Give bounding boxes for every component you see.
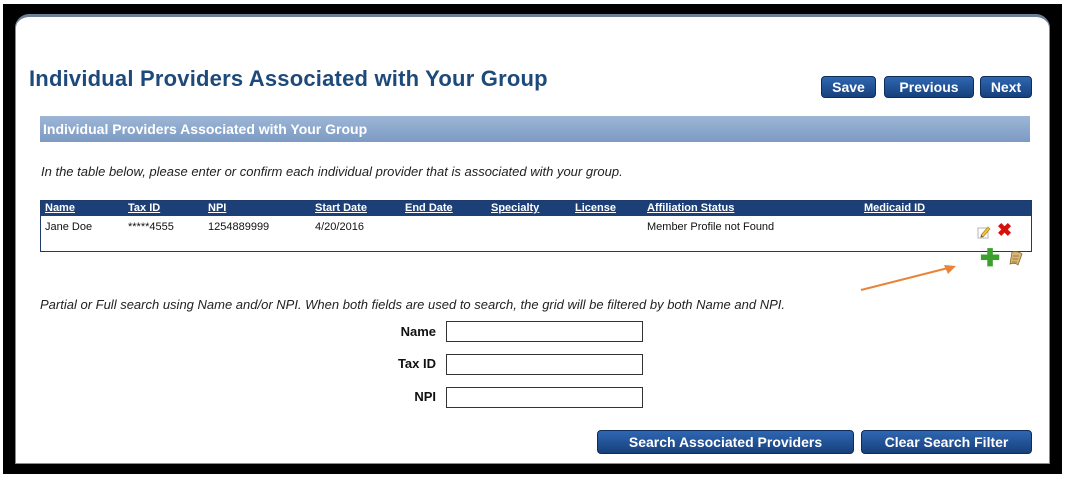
section-header: Individual Providers Associated with You… — [40, 116, 1030, 142]
tax-id-label: Tax ID — [397, 356, 436, 371]
cell-tax-id: *****4555 — [128, 221, 174, 233]
search-hint: Partial or Full search using Name and/or… — [40, 297, 785, 312]
name-input[interactable] — [446, 321, 643, 342]
npi-input[interactable] — [446, 387, 643, 408]
previous-button[interactable]: Previous — [884, 76, 974, 98]
cell-name: Jane Doe — [45, 221, 93, 233]
instruction-text: In the table below, please enter or conf… — [41, 164, 623, 179]
clear-search-filter-button[interactable]: Clear Search Filter — [861, 430, 1032, 454]
column-header-license[interactable]: License — [575, 202, 616, 214]
page-title: Individual Providers Associated with You… — [29, 66, 548, 91]
npi-label: NPI — [414, 389, 436, 404]
save-button[interactable]: Save — [821, 76, 876, 98]
edit-icon[interactable] — [977, 225, 991, 239]
tax-id-input[interactable] — [446, 354, 643, 375]
column-header-name[interactable]: Name — [45, 202, 75, 214]
delete-icon[interactable]: ✖ — [997, 221, 1012, 239]
arrow-annotation — [860, 265, 956, 291]
cell-affiliation-status: Member Profile not Found — [647, 221, 775, 233]
next-button[interactable]: Next — [980, 76, 1032, 98]
scroll-icon[interactable] — [1007, 250, 1025, 268]
search-associated-providers-button[interactable]: Search Associated Providers — [597, 430, 854, 454]
column-header-tax-id[interactable]: Tax ID — [128, 202, 160, 214]
column-header-affiliation-status[interactable]: Affiliation Status — [647, 202, 734, 214]
column-header-medicaid-id[interactable]: Medicaid ID — [864, 202, 925, 214]
add-icon[interactable]: ✚ — [980, 247, 1000, 271]
column-header-specialty[interactable]: Specialty — [491, 202, 539, 214]
column-header-start-date[interactable]: Start Date — [315, 202, 367, 214]
cell-npi: 1254889999 — [208, 221, 270, 233]
grid-header: Name Tax ID NPI Start Date End Date Spec… — [41, 201, 1031, 216]
name-label: Name — [400, 324, 436, 339]
providers-grid: Name Tax ID NPI Start Date End Date Spec… — [40, 200, 1032, 252]
cell-start-date: 4/20/2016 — [315, 221, 364, 233]
column-header-npi[interactable]: NPI — [208, 202, 226, 214]
column-header-end-date[interactable]: End Date — [405, 202, 453, 214]
